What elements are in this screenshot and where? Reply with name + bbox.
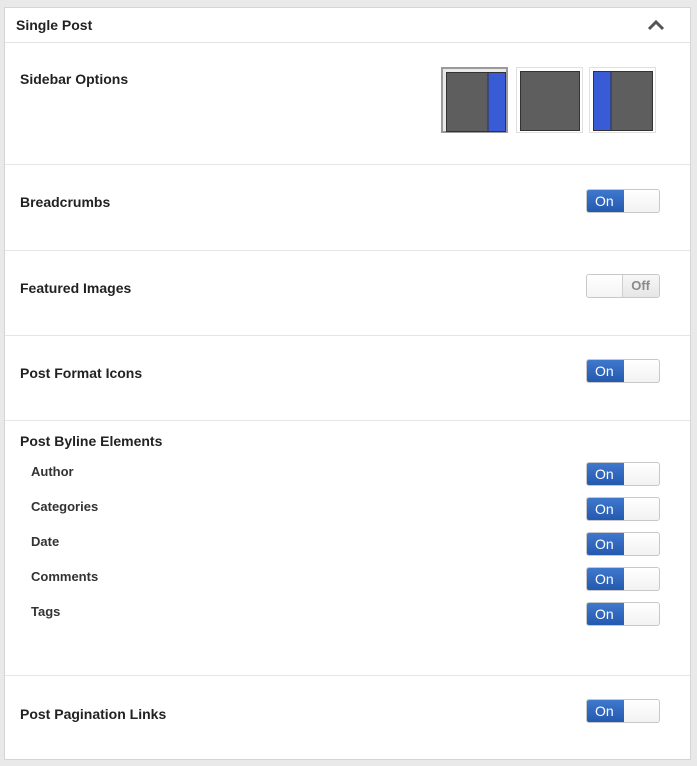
toggle-on-label: On bbox=[587, 463, 624, 485]
toggle-on-label: On bbox=[587, 190, 624, 212]
featured-images-toggle[interactable]: Off bbox=[586, 274, 660, 298]
toggle-on-label: On bbox=[587, 498, 624, 520]
sidebar-options-label: Sidebar Options bbox=[20, 71, 129, 87]
post-pagination-label: Post Pagination Links bbox=[20, 706, 167, 722]
single-post-panel: Single Post Sidebar Options Breadcrumbs … bbox=[4, 7, 691, 760]
byline-date-label: Date bbox=[31, 534, 60, 549]
byline-tags-label: Tags bbox=[31, 604, 61, 619]
byline-tags-toggle[interactable]: On bbox=[586, 602, 660, 626]
post-format-icons-toggle[interactable]: On bbox=[586, 359, 660, 383]
toggle-on-label: On bbox=[587, 360, 624, 382]
breadcrumbs-label: Breadcrumbs bbox=[20, 194, 111, 210]
byline-date-toggle[interactable]: On bbox=[586, 532, 660, 556]
byline-comments-toggle[interactable]: On bbox=[586, 567, 660, 591]
byline-comments-label: Comments bbox=[31, 569, 99, 584]
full-width-icon bbox=[520, 71, 580, 131]
panel-header[interactable]: Single Post bbox=[5, 8, 690, 43]
breadcrumbs-toggle[interactable]: On bbox=[586, 189, 660, 213]
byline-categories-label: Categories bbox=[31, 499, 99, 514]
featured-images-label: Featured Images bbox=[20, 280, 132, 296]
panel-title: Single Post bbox=[16, 17, 93, 33]
toggle-on-label: On bbox=[587, 568, 624, 590]
layout-left-sidebar-option[interactable] bbox=[589, 67, 656, 133]
left-sidebar-icon bbox=[593, 71, 653, 131]
post-byline-label: Post Byline Elements bbox=[20, 433, 163, 449]
byline-author-toggle[interactable]: On bbox=[586, 462, 660, 486]
chevron-up-icon[interactable] bbox=[646, 17, 666, 33]
post-format-icons-label: Post Format Icons bbox=[20, 365, 143, 381]
toggle-off-label: Off bbox=[622, 275, 659, 297]
right-sidebar-icon bbox=[446, 72, 506, 132]
byline-categories-toggle[interactable]: On bbox=[586, 497, 660, 521]
byline-author-label: Author bbox=[31, 464, 74, 479]
toggle-on-label: On bbox=[587, 533, 624, 555]
layout-no-sidebar-option[interactable] bbox=[516, 67, 583, 133]
sidebar-options-row: Sidebar Options bbox=[5, 42, 690, 165]
toggle-on-label: On bbox=[587, 603, 624, 625]
toggle-on-label: On bbox=[587, 700, 624, 722]
layout-right-sidebar-option[interactable] bbox=[441, 67, 508, 133]
post-pagination-toggle[interactable]: On bbox=[586, 699, 660, 723]
